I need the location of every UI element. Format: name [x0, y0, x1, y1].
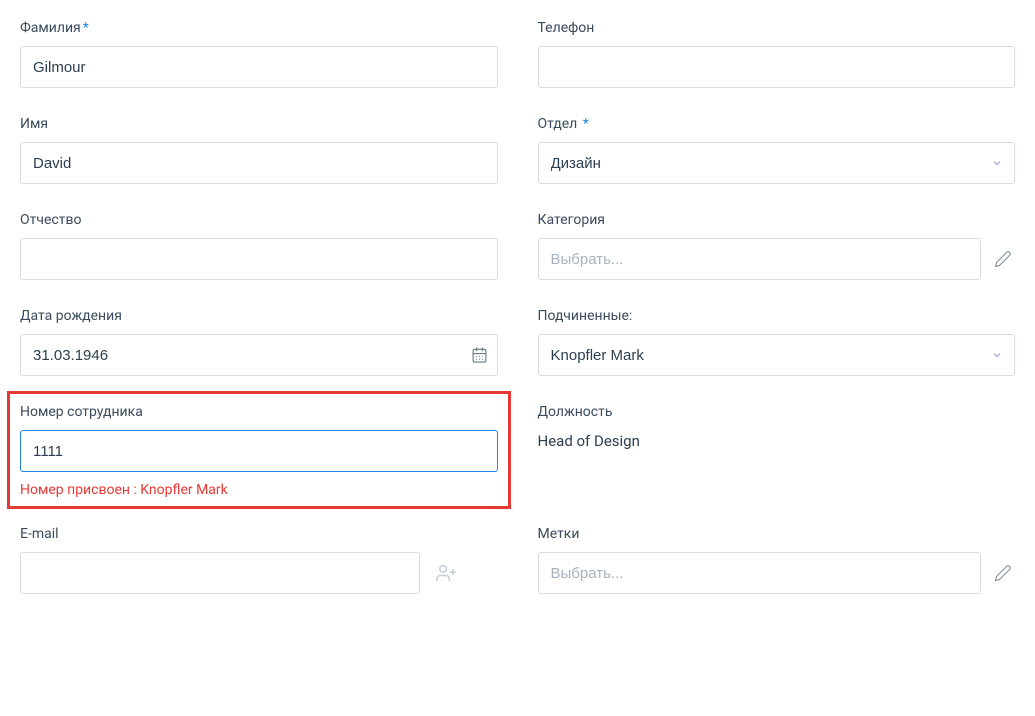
edit-category-button[interactable]: [991, 247, 1015, 271]
patronymic-field: Отчество: [20, 212, 498, 280]
employee-number-error-highlight: Номер сотрудника Номер присвоен : Knopfl…: [7, 391, 511, 509]
patronymic-label: Отчество: [20, 212, 498, 228]
surname-label: Фамилия*: [20, 20, 498, 36]
birthdate-label: Дата рождения: [20, 308, 498, 324]
employee-number-error-text: Номер присвоен : Knopfler Mark: [20, 482, 498, 498]
employee-number-field: Номер сотрудника Номер присвоен : Knopfl…: [20, 404, 498, 498]
user-plus-icon: [436, 563, 456, 583]
employee-number-input[interactable]: [20, 430, 498, 472]
position-field: Должность Head of Design: [538, 404, 1016, 498]
tags-label: Метки: [538, 526, 1016, 542]
position-value: Head of Design: [538, 430, 1016, 450]
phone-field: Телефон: [538, 20, 1016, 88]
category-field: Категория: [538, 212, 1016, 280]
surname-field: Фамилия*: [20, 20, 498, 88]
calendar-icon: [471, 347, 488, 364]
calendar-button[interactable]: [471, 347, 488, 364]
birthdate-field: Дата рождения: [20, 308, 498, 376]
department-field: Отдел *: [538, 116, 1016, 184]
pencil-icon: [994, 250, 1012, 268]
required-marker: *: [83, 20, 89, 36]
employee-number-label: Номер сотрудника: [20, 404, 498, 420]
category-select[interactable]: [538, 238, 982, 280]
edit-tags-button[interactable]: [991, 561, 1015, 585]
subordinates-select[interactable]: [538, 334, 1016, 376]
email-field: E-mail: [20, 526, 498, 594]
firstname-label: Имя: [20, 116, 498, 132]
surname-input[interactable]: [20, 46, 498, 88]
tags-field: Метки: [538, 526, 1016, 594]
email-input[interactable]: [20, 552, 420, 594]
position-label: Должность: [538, 404, 1016, 420]
category-label: Категория: [538, 212, 1016, 228]
add-user-button[interactable]: [434, 561, 458, 585]
phone-label: Телефон: [538, 20, 1016, 36]
department-select[interactable]: [538, 142, 1016, 184]
subordinates-label: Подчиненные:: [538, 308, 1016, 324]
required-marker: *: [579, 116, 589, 132]
tags-select[interactable]: [538, 552, 982, 594]
birthdate-input[interactable]: [20, 334, 498, 376]
patronymic-input[interactable]: [20, 238, 498, 280]
email-label: E-mail: [20, 526, 498, 542]
firstname-input[interactable]: [20, 142, 498, 184]
subordinates-field: Подчиненные:: [538, 308, 1016, 376]
pencil-icon: [994, 564, 1012, 582]
department-label: Отдел *: [538, 116, 1016, 132]
phone-input[interactable]: [538, 46, 1016, 88]
firstname-field: Имя: [20, 116, 498, 184]
